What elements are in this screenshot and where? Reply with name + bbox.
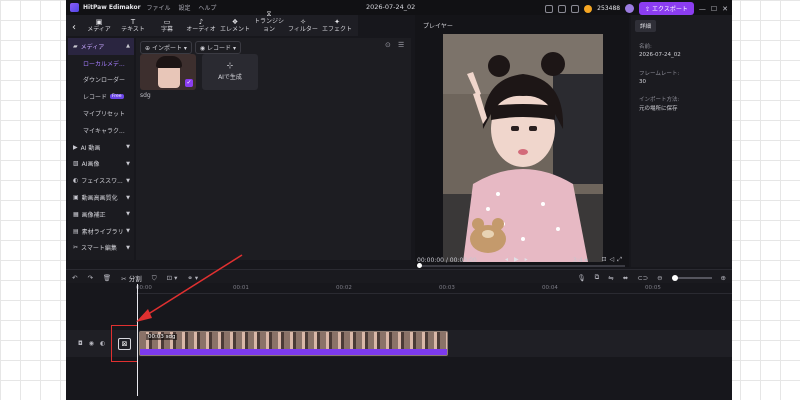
app-window: HitPaw Edimakor ファイル 設定 ヘルプ 2026-07-24_0…	[66, 0, 732, 400]
annotation-arrow	[136, 254, 243, 322]
